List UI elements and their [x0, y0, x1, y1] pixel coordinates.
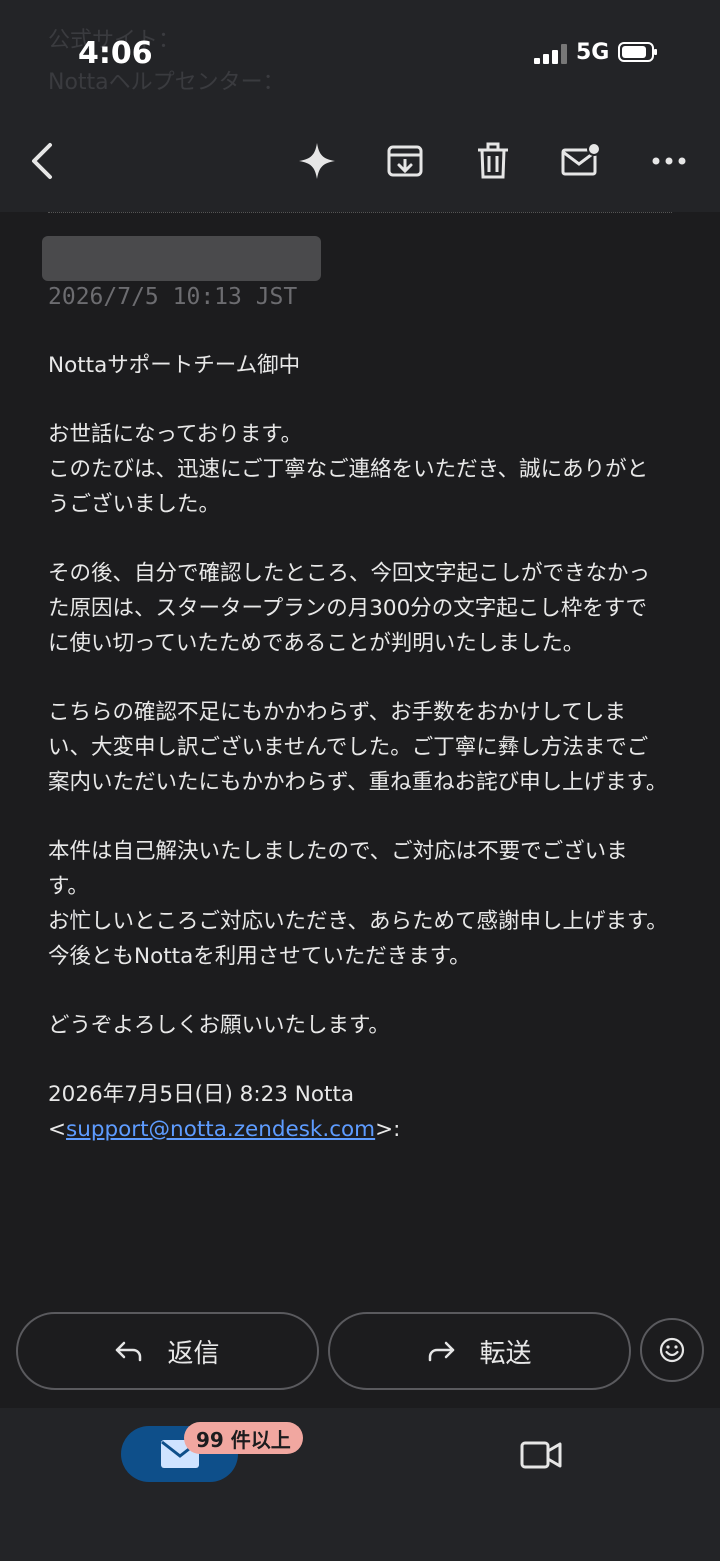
back-button[interactable]: [20, 138, 66, 184]
body-paragraph: こちらの確認不足にもかかわらず、お手数をおかけしてしまい、大変申し訳ございません…: [48, 700, 668, 795]
mark-unread-button[interactable]: [558, 138, 604, 184]
mail-unread-icon: [561, 142, 601, 176]
quote-header-text: 2026年7月5日(日) 8:23 Notta: [48, 1082, 355, 1107]
body-paragraph: お世話になっております。 このたびは、迅速にご丁寧なご連絡をいただき、誠にありが…: [48, 422, 649, 517]
quote-lt: <: [48, 1117, 67, 1142]
nav-tab-meet[interactable]: [518, 1432, 564, 1478]
email-toolbar: [0, 110, 720, 212]
more-options-button[interactable]: [646, 138, 692, 184]
quote-header: 2026年7月5日(日) 8:23 Notta <support@notta.ze…: [48, 1077, 668, 1147]
unread-count-badge: 99 件以上: [184, 1422, 303, 1454]
forward-icon: [429, 1341, 455, 1362]
signal-icon: [534, 44, 568, 64]
body-paragraph: その後、自分で確認したところ、今回文字起こしができなかった原因は、スタータープラ…: [48, 561, 651, 656]
email-body: Nottaサポートチーム御中 お世話になっております。 このたびは、迅速にご丁寧…: [48, 348, 668, 1147]
sparkle-icon: [299, 143, 335, 179]
bottom-navigation: 99 件以上: [0, 1408, 720, 1561]
forward-label: 転送: [479, 1338, 532, 1369]
emoji-reaction-button[interactable]: [640, 1318, 704, 1382]
video-camera-icon: [520, 1441, 562, 1469]
body-paragraph: どうぞよろしくお願いいたします。: [48, 1013, 390, 1038]
archive-button[interactable]: [382, 138, 428, 184]
delete-button[interactable]: [470, 138, 516, 184]
action-bar: 返信 転送: [0, 1300, 720, 1408]
battery-icon: [618, 42, 657, 62]
message-divider: [48, 212, 672, 213]
reply-icon: [116, 1341, 142, 1362]
sender-redacted: [42, 236, 321, 281]
forward-button[interactable]: 転送: [328, 1312, 631, 1390]
archive-icon: [387, 145, 423, 177]
body-paragraph: 本件は自己解決いたしましたので、ご対応は不要でございます。 お忙しいところご対応…: [48, 839, 668, 969]
message-timestamp: 2026/7/5 10:13 JST: [48, 284, 298, 310]
more-icon: [652, 157, 686, 165]
smiley-icon: [659, 1337, 685, 1363]
ai-assist-button[interactable]: [294, 138, 340, 184]
reply-button[interactable]: 返信: [16, 1312, 319, 1390]
reply-label: 返信: [167, 1338, 220, 1369]
body-paragraph: Nottaサポートチーム御中: [48, 353, 301, 378]
status-time: 4:06: [78, 36, 153, 71]
trash-icon: [478, 142, 508, 179]
chevron-left-icon: [32, 143, 52, 179]
network-type: 5G: [576, 40, 610, 65]
quote-gt: >:: [375, 1117, 401, 1142]
status-bar: 公式サイト： Nottaヘルプセンター： 4:06 5G: [0, 0, 720, 110]
support-email-link[interactable]: support@notta.zendesk.com: [66, 1117, 375, 1142]
